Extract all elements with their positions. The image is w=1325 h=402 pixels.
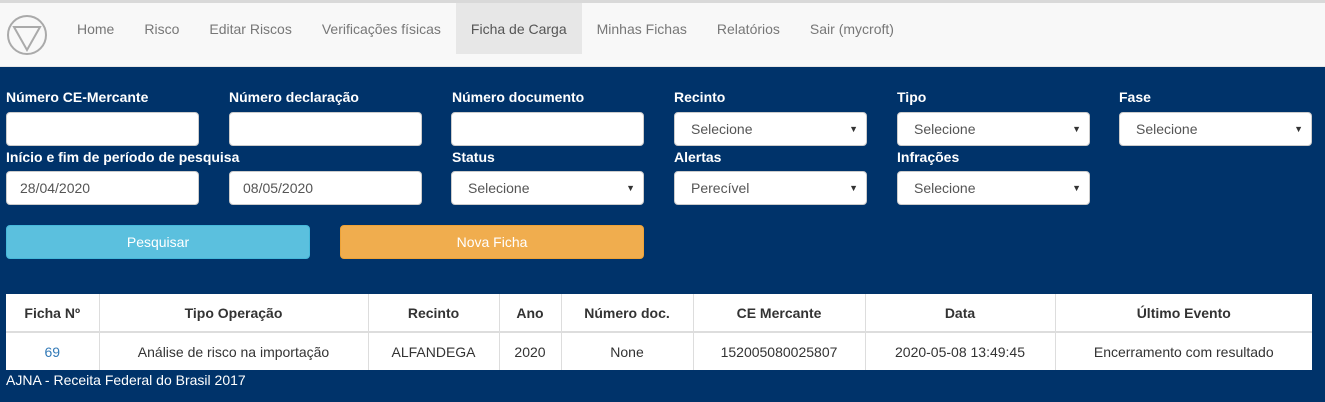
table-cell: 2020	[499, 332, 562, 370]
numero-documento-label: Número documento	[452, 89, 585, 105]
alertas-select[interactable]: Perecível ▼	[674, 171, 867, 205]
fase-value: Selecione	[1136, 121, 1198, 137]
navbar: Home Risco Editar Riscos Verificações fí…	[0, 3, 1325, 67]
alertas-value: Perecível	[691, 180, 750, 196]
table-cell: 2020-05-08 13:49:45	[865, 332, 1056, 370]
fase-label: Fase	[1119, 89, 1151, 105]
nav-item-relatorios[interactable]: Relatórios	[702, 3, 795, 54]
search-button[interactable]: Pesquisar	[6, 225, 310, 259]
status-select[interactable]: Selecione ▼	[451, 171, 644, 205]
table-header-row: Ficha Nº Tipo Operação Recinto Ano Númer…	[6, 294, 1312, 333]
numero-documento-input[interactable]	[451, 112, 644, 146]
status-value: Selecione	[468, 180, 530, 196]
column-header-ficha[interactable]: Ficha Nº	[6, 294, 100, 333]
periodo-label: Início e fim de período de pesquisa	[6, 149, 240, 165]
caret-down-icon: ▼	[849, 183, 858, 193]
nav-item-editar-riscos[interactable]: Editar Riscos	[194, 3, 306, 54]
ficha-link-cell[interactable]: 69	[6, 332, 100, 370]
table-cell: ALFANDEGA	[368, 332, 500, 370]
caret-down-icon: ▼	[1294, 124, 1303, 134]
table-cell: None	[561, 332, 694, 370]
numero-ce-label: Número CE-Mercante	[6, 89, 149, 105]
alertas-label: Alertas	[674, 149, 722, 165]
infracoes-select[interactable]: Selecione ▼	[897, 171, 1090, 205]
column-header-tipo-operacao[interactable]: Tipo Operação	[99, 294, 369, 333]
column-header-ce-mercante[interactable]: CE Mercante	[693, 294, 866, 333]
periodo-inicio-input[interactable]: 28/04/2020	[6, 171, 199, 205]
logo-icon[interactable]	[6, 14, 48, 56]
ficha-link[interactable]: 69	[44, 344, 60, 360]
table-cell: Análise de risco na importação	[99, 332, 369, 370]
caret-down-icon: ▼	[1072, 183, 1081, 193]
column-header-ultimo-evento[interactable]: Último Evento	[1055, 294, 1312, 333]
fase-select[interactable]: Selecione ▼	[1119, 112, 1312, 146]
nav-item-verificacoes-fisicas[interactable]: Verificações físicas	[307, 3, 456, 54]
recinto-value: Selecione	[691, 121, 753, 137]
caret-down-icon: ▼	[1072, 124, 1081, 134]
nav-menu: Home Risco Editar Riscos Verificações fí…	[62, 3, 909, 54]
recinto-label: Recinto	[674, 89, 726, 105]
tipo-value: Selecione	[914, 121, 976, 137]
periodo-fim-input[interactable]: 08/05/2020	[229, 171, 422, 205]
numero-declaracao-label: Número declaração	[229, 89, 359, 105]
footer-text: AJNA - Receita Federal do Brasil 2017	[6, 372, 246, 388]
nav-item-sair[interactable]: Sair (mycroft)	[795, 3, 909, 54]
infracoes-label: Infrações	[897, 149, 960, 165]
nav-item-ficha-de-carga[interactable]: Ficha de Carga	[455, 3, 582, 54]
tipo-select[interactable]: Selecione ▼	[897, 112, 1090, 146]
caret-down-icon: ▼	[626, 183, 635, 193]
table-row[interactable]: 69 Análise de risco na importação ALFAND…	[6, 332, 1312, 370]
nav-item-home[interactable]: Home	[62, 3, 129, 54]
table-cell: 152005080025807	[693, 332, 866, 370]
infracoes-value: Selecione	[914, 180, 976, 196]
nav-item-minhas-fichas[interactable]: Minhas Fichas	[582, 3, 702, 54]
recinto-select[interactable]: Selecione ▼	[674, 112, 867, 146]
column-header-numero-doc[interactable]: Número doc.	[561, 294, 694, 333]
numero-ce-input[interactable]	[6, 112, 199, 146]
results-table: Ficha Nº Tipo Operação Recinto Ano Númer…	[6, 294, 1312, 370]
numero-declaracao-input[interactable]	[229, 112, 422, 146]
tipo-label: Tipo	[897, 89, 927, 105]
column-header-data[interactable]: Data	[865, 294, 1056, 333]
search-panel: Número CE-Mercante Número declaração Núm…	[0, 67, 1325, 402]
caret-down-icon: ▼	[849, 124, 858, 134]
new-ficha-button[interactable]: Nova Ficha	[340, 225, 644, 259]
table-cell: Encerramento com resultado	[1093, 343, 1274, 360]
column-header-ano[interactable]: Ano	[499, 294, 562, 333]
column-header-recinto[interactable]: Recinto	[368, 294, 500, 333]
nav-item-risco[interactable]: Risco	[129, 3, 194, 54]
status-label: Status	[452, 149, 495, 165]
